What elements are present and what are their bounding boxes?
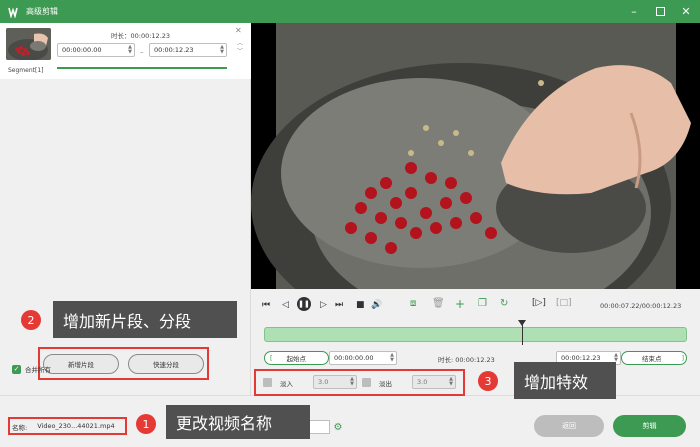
segment-panel: 时长：00:00:12.23 00:00:00.00 ▲ ▼ – 00:00:12… (0, 23, 251, 447)
range-start-value: 00:00:00.00 (334, 354, 374, 362)
prev-frame-icon[interactable]: ◁ (282, 300, 289, 310)
annotation-1-badge: 1 (136, 414, 156, 434)
fade-in-label: 淡入 (280, 380, 293, 388)
copy-icon[interactable]: ❐ (478, 298, 487, 309)
merge-all-label: 合并所有 (25, 366, 51, 374)
cut-button[interactable]: 剪辑 (613, 415, 686, 437)
set-end-label: 结束点 (642, 355, 662, 363)
segment-start-value: 00:00:00.00 (62, 46, 102, 54)
reorder-icon[interactable]: ︿ ﹀ (237, 40, 243, 56)
segment-duration: 时长：00:00:12.23 (111, 32, 171, 40)
next-frame-icon[interactable]: ▷ (320, 300, 327, 310)
stop-icon[interactable]: ■ (356, 300, 365, 310)
range-dash: – (140, 48, 144, 56)
time-display: 00:00:07.22/00:00:12.23 (600, 302, 682, 310)
set-start-label: 起始点 (286, 355, 307, 363)
spinner-icon[interactable]: ▲ ▼ (390, 353, 394, 363)
timeline-track[interactable] (264, 327, 687, 342)
segment-end-value: 00:00:12.23 (154, 46, 194, 54)
spinner-icon[interactable]: ▲ ▼ (128, 45, 132, 55)
segment-label: Segment[1] (8, 67, 44, 74)
app-logo-icon (6, 5, 20, 19)
skip-to-start-icon[interactable]: ⏮ (262, 300, 270, 310)
delete-icon[interactable]: 🗑 (432, 298, 445, 309)
set-end-button[interactable]: 结束点 ] (621, 351, 687, 365)
settings-gear-icon[interactable]: ⚙ (331, 420, 345, 434)
fade-in-value: 3.0 (318, 378, 329, 386)
undo-icon[interactable]: ↻ (500, 298, 508, 309)
maximize-icon[interactable] (654, 6, 666, 18)
mark-out-icon[interactable]: [□] (556, 298, 572, 308)
fade-out-checkbox[interactable] (362, 378, 371, 387)
title-bar: 高级剪辑 – ✕ (0, 0, 700, 23)
add-icon[interactable]: + (455, 297, 465, 311)
annotation-2-callout: 增加新片段、分段 (53, 301, 237, 338)
mark-in-icon[interactable]: [▷] (532, 298, 546, 308)
fade-in-input[interactable]: 3.0 ▲ ▼ (313, 375, 357, 389)
range-start-input[interactable]: 00:00:00.00 ▲ ▼ (329, 351, 397, 365)
delete-segment-icon[interactable]: ✕ (235, 26, 242, 35)
pause-icon[interactable]: ❚❚ (297, 297, 311, 311)
range-end-value: 00:00:12.23 (561, 354, 601, 362)
merge-all-option[interactable]: ✓ 合并所有 (12, 364, 51, 374)
spinner-icon[interactable]: ▲ ▼ (350, 377, 354, 387)
filename-input[interactable]: Video_230...44021.mp4 (37, 422, 114, 432)
segment-progress-bar (57, 67, 227, 69)
bracket-left-icon: [ (270, 354, 273, 362)
filename-input-tail[interactable] (310, 420, 330, 434)
minimize-icon[interactable]: – (628, 5, 640, 18)
new-segment-button[interactable]: 新增片段 (43, 354, 119, 374)
segment-card[interactable]: 时长：00:00:12.23 00:00:00.00 ▲ ▼ – 00:00:12… (0, 23, 251, 79)
fade-out-value: 3.0 (417, 378, 428, 386)
window-title: 高级剪辑 (26, 7, 58, 16)
spinner-icon[interactable]: ▲ ▼ (220, 45, 224, 55)
fade-out-input[interactable]: 3.0 ▲ ▼ (412, 375, 456, 389)
fade-out-label: 淡出 (379, 380, 392, 388)
annotation-1-callout: 更改视频名称 (166, 405, 310, 439)
filename-label: 名称: (12, 424, 28, 432)
segment-end-input[interactable]: 00:00:12.23 ▲ ▼ (149, 43, 227, 57)
annotation-2-badge: 2 (21, 310, 41, 330)
fade-in-checkbox[interactable] (263, 378, 272, 387)
video-preview (251, 23, 700, 343)
filename-row: 名称: Video_230...44021.mp4 (12, 422, 115, 432)
range-duration: 时长: 00:00:12.23 (438, 356, 495, 364)
back-button[interactable]: 返回 (534, 415, 604, 437)
split-icon[interactable]: ⧈ (410, 298, 416, 309)
annotation-3-callout: 增加特效 (514, 362, 616, 399)
playhead-handle[interactable] (518, 320, 526, 326)
bracket-right-icon: ] (681, 354, 685, 362)
skip-to-end-icon[interactable]: ⏭ (335, 300, 343, 310)
segment-start-input[interactable]: 00:00:00.00 ▲ ▼ (57, 43, 135, 57)
merge-all-checkbox[interactable]: ✓ (12, 364, 21, 374)
close-icon[interactable]: ✕ (680, 5, 692, 18)
set-start-button[interactable]: [ 起始点 (264, 351, 329, 365)
volume-icon[interactable]: 🔊 (371, 300, 382, 310)
quick-split-button[interactable]: 快速分段 (128, 354, 204, 374)
spinner-icon[interactable]: ▲ ▼ (449, 377, 453, 387)
annotation-3-badge: 3 (478, 371, 498, 391)
segment-thumbnail (6, 28, 51, 60)
